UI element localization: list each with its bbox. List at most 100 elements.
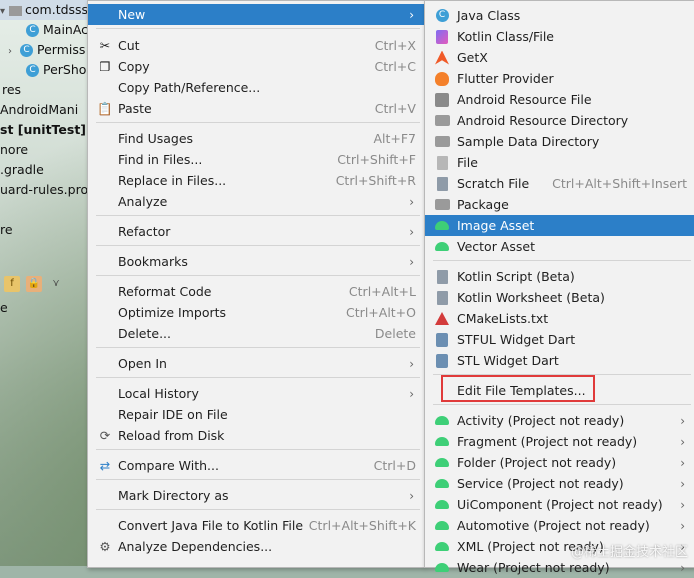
chevron-down-icon[interactable]: ▾	[0, 6, 5, 17]
tree-row[interactable]: res	[2, 80, 21, 100]
submenu-item-package[interactable]: Package	[425, 194, 694, 215]
submenu-item-kotlin-script[interactable]: Kotlin Script (Beta)	[425, 266, 694, 287]
separator	[96, 245, 420, 246]
menu-item-label: Kotlin Class/File	[457, 29, 554, 44]
android-icon	[433, 454, 451, 472]
package-icon	[433, 196, 451, 214]
menu-item-analyze[interactable]: Analyze ›	[88, 191, 424, 212]
submenu-item-cmakelists[interactable]: CMakeLists.txt	[425, 308, 694, 329]
tree-row-label: res	[2, 82, 22, 97]
submenu-item-service[interactable]: Service (Project not ready) ›	[425, 473, 694, 494]
lock-icon[interactable]: 🔒	[26, 276, 42, 292]
submenu-item-file[interactable]: File	[425, 152, 694, 173]
menu-item-cut[interactable]: ✂ Cut Ctrl+X	[88, 35, 424, 56]
menu-item-label: Fragment (Project not ready)	[457, 434, 638, 449]
menu-item-label: Automotive (Project not ready)	[457, 518, 650, 533]
folder-icon	[9, 5, 23, 16]
tree-row[interactable]: C PerSho	[26, 60, 86, 80]
class-icon: C	[26, 64, 39, 77]
chevron-right-icon[interactable]: ›	[8, 46, 12, 57]
menu-item-delete[interactable]: Delete... Delete	[88, 323, 424, 344]
submenu-item-java-class[interactable]: C Java Class	[425, 5, 694, 26]
submenu-item-android-resource-file[interactable]: Android Resource File	[425, 89, 694, 110]
menu-item-label: Reformat Code	[118, 284, 212, 299]
menu-item-copy[interactable]: ❐ Copy Ctrl+C	[88, 56, 424, 77]
menu-item-compare-with[interactable]: ⇄ Compare With... Ctrl+D	[88, 455, 424, 476]
tree-row[interactable]: uard-rules.pro	[0, 180, 88, 200]
submenu-item-getx[interactable]: GetX	[425, 47, 694, 68]
menu-item-label: Delete...	[118, 326, 171, 341]
shortcut-label: Ctrl+X	[374, 38, 416, 53]
submenu-item-image-asset[interactable]: Image Asset	[425, 215, 694, 236]
tree-row[interactable]: C MainAc	[26, 20, 88, 40]
cmake-icon	[433, 310, 451, 328]
class-icon: C	[20, 44, 33, 57]
menu-item-mark-directory-as[interactable]: Mark Directory as ›	[88, 485, 424, 506]
hierarchy-icon[interactable]: ⋎	[48, 276, 64, 292]
submenu-item-activity[interactable]: Activity (Project not ready) ›	[425, 410, 694, 431]
submenu-item-stl-widget-dart[interactable]: STL Widget Dart	[425, 350, 694, 371]
menu-item-optimize-imports[interactable]: Optimize Imports Ctrl+Alt+O	[88, 302, 424, 323]
submenu-item-kotlin-class[interactable]: Kotlin Class/File	[425, 26, 694, 47]
menu-item-reload-from-disk[interactable]: ⟳ Reload from Disk	[88, 425, 424, 446]
separator	[96, 122, 420, 123]
separator	[96, 347, 420, 348]
menu-item-analyze-dependencies[interactable]: ⚙ Analyze Dependencies...	[88, 536, 424, 557]
tree-row-label: MainAc	[43, 22, 89, 37]
submenu-item-kotlin-worksheet[interactable]: Kotlin Worksheet (Beta)	[425, 287, 694, 308]
tree-row[interactable]: AndroidMani	[0, 100, 78, 120]
chevron-right-icon: ›	[680, 455, 685, 470]
scratch-icon	[433, 175, 451, 193]
tree-row-label: .gradle	[0, 162, 44, 177]
tree-row[interactable]: › C Permiss	[8, 40, 85, 60]
menu-item-label: Activity (Project not ready)	[457, 413, 625, 428]
submenu-item-stful-widget-dart[interactable]: STFUL Widget Dart	[425, 329, 694, 350]
menu-item-local-history[interactable]: Local History ›	[88, 383, 424, 404]
function-icon[interactable]: f	[4, 276, 20, 292]
tree-row-label: nore	[0, 142, 29, 157]
tree-row[interactable]: st [unitTest]	[0, 120, 86, 140]
separator	[433, 260, 691, 261]
tree-row[interactable]: e	[0, 298, 8, 318]
scissors-icon: ✂	[99, 38, 111, 53]
menu-item-refactor[interactable]: Refactor ›	[88, 221, 424, 242]
tree-row[interactable]: ▾ com.tdsss	[0, 0, 88, 20]
android-icon	[433, 475, 451, 493]
submenu-item-automotive[interactable]: Automotive (Project not ready) ›	[425, 515, 694, 536]
android-icon	[433, 433, 451, 451]
menu-item-repair-ide[interactable]: Repair IDE on File	[88, 404, 424, 425]
submenu-item-scratch-file[interactable]: Scratch File Ctrl+Alt+Shift+Insert	[425, 173, 694, 194]
submenu-item-folder[interactable]: Folder (Project not ready) ›	[425, 452, 694, 473]
menu-item-find-usages[interactable]: Find Usages Alt+F7	[88, 128, 424, 149]
tree-row[interactable]: .gradle	[0, 160, 44, 180]
menu-item-label: Paste	[118, 101, 152, 116]
menu-item-copy-path[interactable]: Copy Path/Reference...	[88, 77, 424, 98]
menu-item-paste[interactable]: 📋 Paste Ctrl+V	[88, 98, 424, 119]
submenu-item-uicomponent[interactable]: UiComponent (Project not ready) ›	[425, 494, 694, 515]
tree-row[interactable]: re	[0, 220, 13, 240]
menu-item-label: Kotlin Script (Beta)	[457, 269, 575, 284]
submenu-item-vector-asset[interactable]: Vector Asset	[425, 236, 694, 257]
tree-row[interactable]: nore	[0, 140, 28, 160]
submenu-item-sample-data-directory[interactable]: Sample Data Directory	[425, 131, 694, 152]
menu-item-replace-in-files[interactable]: Replace in Files... Ctrl+Shift+R	[88, 170, 424, 191]
chevron-right-icon: ›	[409, 356, 414, 371]
menu-item-reformat-code[interactable]: Reformat Code Ctrl+Alt+L	[88, 281, 424, 302]
menu-item-open-in[interactable]: Open In ›	[88, 353, 424, 374]
context-menu: New › ✂ Cut Ctrl+X ❐ Copy Ctrl+C Copy Pa…	[87, 0, 425, 568]
submenu-item-wear[interactable]: Wear (Project not ready) ›	[425, 557, 694, 578]
menu-item-find-in-files[interactable]: Find in Files... Ctrl+Shift+F	[88, 149, 424, 170]
resource-file-icon	[433, 91, 451, 109]
menu-item-convert-java-to-kotlin[interactable]: Convert Java File to Kotlin File Ctrl+Al…	[88, 515, 424, 536]
submenu-item-android-resource-directory[interactable]: Android Resource Directory	[425, 110, 694, 131]
menu-item-bookmarks[interactable]: Bookmarks ›	[88, 251, 424, 272]
menu-item-new[interactable]: New ›	[88, 4, 424, 25]
submenu-item-flutter-provider[interactable]: Flutter Provider	[425, 68, 694, 89]
tree-row-label: PerSho	[43, 62, 87, 77]
submenu-item-fragment[interactable]: Fragment (Project not ready) ›	[425, 431, 694, 452]
android-icon	[433, 517, 451, 535]
chevron-right-icon: ›	[409, 194, 414, 209]
chevron-right-icon: ›	[680, 518, 685, 533]
menu-item-label: Copy Path/Reference...	[118, 80, 261, 95]
menu-item-label: Find in Files...	[118, 152, 203, 167]
